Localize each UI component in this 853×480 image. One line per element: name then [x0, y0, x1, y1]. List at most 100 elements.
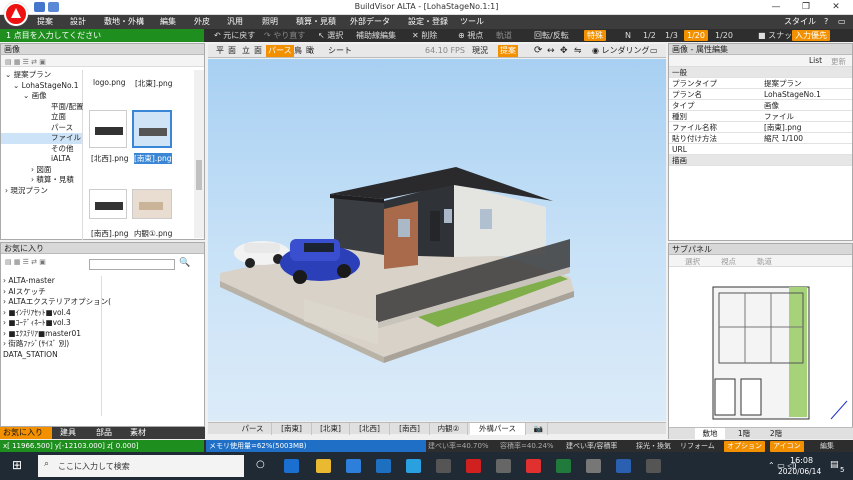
- mode-plan-button-2[interactable]: 面: [226, 45, 238, 57]
- app-icon[interactable]: [586, 459, 601, 473]
- prop-row[interactable]: 貼り付け方法 縮尺 1/100: [669, 133, 852, 144]
- thumb-label[interactable]: 内観①.png: [134, 228, 172, 239]
- update-button[interactable]: 更新: [831, 56, 846, 67]
- thumbnail-image[interactable]: [132, 189, 172, 219]
- move-icon[interactable]: ✥: [558, 45, 570, 57]
- mode-plan-button[interactable]: 平: [214, 45, 226, 57]
- mode-elevation-button[interactable]: 立: [240, 45, 252, 57]
- menu-item[interactable]: 編集: [156, 16, 180, 28]
- menu-item[interactable]: 設定・登録: [404, 16, 452, 28]
- trajectory-button[interactable]: 軌道: [496, 29, 512, 42]
- clock-date[interactable]: 2020/06/14: [778, 467, 821, 476]
- select-button[interactable]: ↖ 選択: [318, 29, 343, 42]
- menu-item[interactable]: 設計: [66, 16, 90, 28]
- help-icon[interactable]: ?: [820, 16, 832, 28]
- render-button[interactable]: ◉ レンダリング: [590, 45, 652, 57]
- tab-perspective[interactable]: パース: [234, 423, 272, 435]
- tab-materials[interactable]: 素材: [130, 427, 146, 439]
- tab-site[interactable]: 敷地: [695, 428, 725, 439]
- tree-item[interactable]: › 図面: [1, 165, 82, 176]
- thumbnail-image[interactable]: [89, 189, 127, 219]
- favorites-item[interactable]: › ALTAエクステリアオプション(: [3, 297, 111, 308]
- tree-item[interactable]: その他: [1, 144, 82, 155]
- current-plan-select[interactable]: 現況: [470, 45, 490, 57]
- tree-item[interactable]: 平面/配置: [1, 102, 84, 113]
- explorer-icon[interactable]: [316, 459, 331, 473]
- close-button[interactable]: ✕: [822, 0, 850, 14]
- notification-icon[interactable]: ▤: [830, 460, 839, 470]
- prop-row[interactable]: プラン名 LohaStageNo.1: [669, 89, 852, 100]
- proposal-plan-select[interactable]: 提案: [498, 45, 518, 57]
- prop-row[interactable]: タイプ 画像: [669, 100, 852, 111]
- word-icon[interactable]: [616, 459, 631, 473]
- thumbnail-image[interactable]: [89, 110, 127, 148]
- icon-button[interactable]: アイコン: [770, 441, 804, 452]
- style-menu[interactable]: スタイル: [780, 16, 820, 28]
- 3d-viewport[interactable]: [208, 59, 666, 421]
- favorites-item[interactable]: › 街路ﾌｧｼﾞ(ｻｲｽﾞ 別): [3, 339, 101, 350]
- scale-select-2[interactable]: 1/3: [665, 29, 678, 42]
- tab-southeast[interactable]: [南東]: [272, 423, 312, 435]
- app-icon[interactable]: [436, 459, 451, 473]
- thumb-label[interactable]: [南西].png: [91, 228, 129, 239]
- redo-button[interactable]: ↷ やり直す: [264, 29, 305, 42]
- list-button[interactable]: List: [809, 56, 822, 65]
- store-icon[interactable]: [346, 459, 361, 473]
- save-icon[interactable]: [34, 2, 45, 12]
- menu-item[interactable]: 外皮: [190, 16, 214, 28]
- scale-select-1[interactable]: 1/2: [643, 29, 656, 42]
- tree-item[interactable]: ⌄ 提案プラン: [1, 70, 82, 81]
- thumb-label[interactable]: logo.png: [93, 78, 126, 87]
- tab-northeast[interactable]: [北東]: [312, 423, 350, 435]
- thumbnail-image-selected[interactable]: [132, 110, 172, 148]
- thumb-label[interactable]: [北西].png: [91, 153, 129, 164]
- camera-icon[interactable]: 📷: [530, 423, 548, 435]
- viewpoint-button[interactable]: ⊕ 視点: [458, 29, 483, 42]
- pan-horizontal-icon[interactable]: ↔: [545, 45, 557, 57]
- menu-item[interactable]: ツール: [456, 16, 488, 28]
- scale-select-3[interactable]: 1/20: [684, 30, 708, 41]
- prop-row[interactable]: 種別 ファイル: [669, 111, 852, 122]
- minimize-button[interactable]: —: [762, 0, 790, 14]
- app-red-icon[interactable]: [466, 459, 481, 473]
- panel-tool-icons[interactable]: ▤ ▦ ☰ ⇄ ▣: [5, 58, 46, 66]
- print-icon[interactable]: [48, 2, 59, 12]
- sub-trajectory-button[interactable]: 軌道: [757, 256, 772, 267]
- north-button[interactable]: N: [625, 29, 631, 42]
- section-draw[interactable]: 描画: [669, 155, 852, 166]
- rotate-dropdown[interactable]: 特殊: [584, 30, 606, 41]
- tab-exterior-perspective[interactable]: 外構パース: [470, 423, 526, 435]
- tab-northwest[interactable]: [北西]: [350, 423, 390, 435]
- section-general[interactable]: 一般: [669, 67, 852, 78]
- tab-interior[interactable]: 内観②: [430, 423, 468, 435]
- tree-item[interactable]: パース: [1, 123, 82, 134]
- app-icon[interactable]: [496, 459, 511, 473]
- clock-time[interactable]: 16:08: [790, 456, 813, 465]
- image-panel-scrollbar[interactable]: [194, 70, 204, 238]
- tree-item[interactable]: › 現況プラン: [1, 186, 82, 197]
- tree-item[interactable]: ⌄ 画像: [1, 91, 82, 102]
- thumb-label-selected[interactable]: [南東].png: [134, 153, 172, 164]
- sub-viewpoint-button[interactable]: 視点: [721, 256, 736, 267]
- windows-start-icon[interactable]: ⊞: [12, 458, 22, 472]
- tab-floor-1[interactable]: 1階: [729, 428, 759, 439]
- menu-item[interactable]: 外部データ: [346, 16, 394, 28]
- menu-item[interactable]: 提案: [33, 16, 57, 28]
- mode-perspective-button[interactable]: パース: [266, 45, 294, 57]
- app-logo-icon[interactable]: [4, 2, 28, 26]
- tab-southwest[interactable]: [南西]: [390, 423, 430, 435]
- prop-row[interactable]: ファイル名称 [南東].png: [669, 122, 852, 133]
- favorites-item[interactable]: › ALTA-master: [3, 276, 101, 287]
- aux-line-button[interactable]: 補助線編集: [356, 29, 396, 42]
- input-mode-button[interactable]: 入力優先: [792, 30, 830, 41]
- option-button[interactable]: オプション: [724, 441, 765, 452]
- lighting-button[interactable]: 採光・換気: [636, 440, 671, 452]
- favorites-tool-icons[interactable]: ▤ ▦ ☰ ⇄ ▣: [5, 258, 46, 266]
- delete-button[interactable]: ✕ 削除: [412, 29, 437, 42]
- maximize-button[interactable]: ❐: [792, 0, 820, 14]
- menu-item[interactable]: 汎用: [223, 16, 247, 28]
- tab-parts[interactable]: 部品: [96, 427, 112, 439]
- favorites-item[interactable]: › ■ｴｸｽﾃﾘｱ■master01: [3, 329, 101, 340]
- tab-fittings[interactable]: 建具: [60, 427, 76, 439]
- rotate-icon[interactable]: ⇋: [572, 45, 584, 57]
